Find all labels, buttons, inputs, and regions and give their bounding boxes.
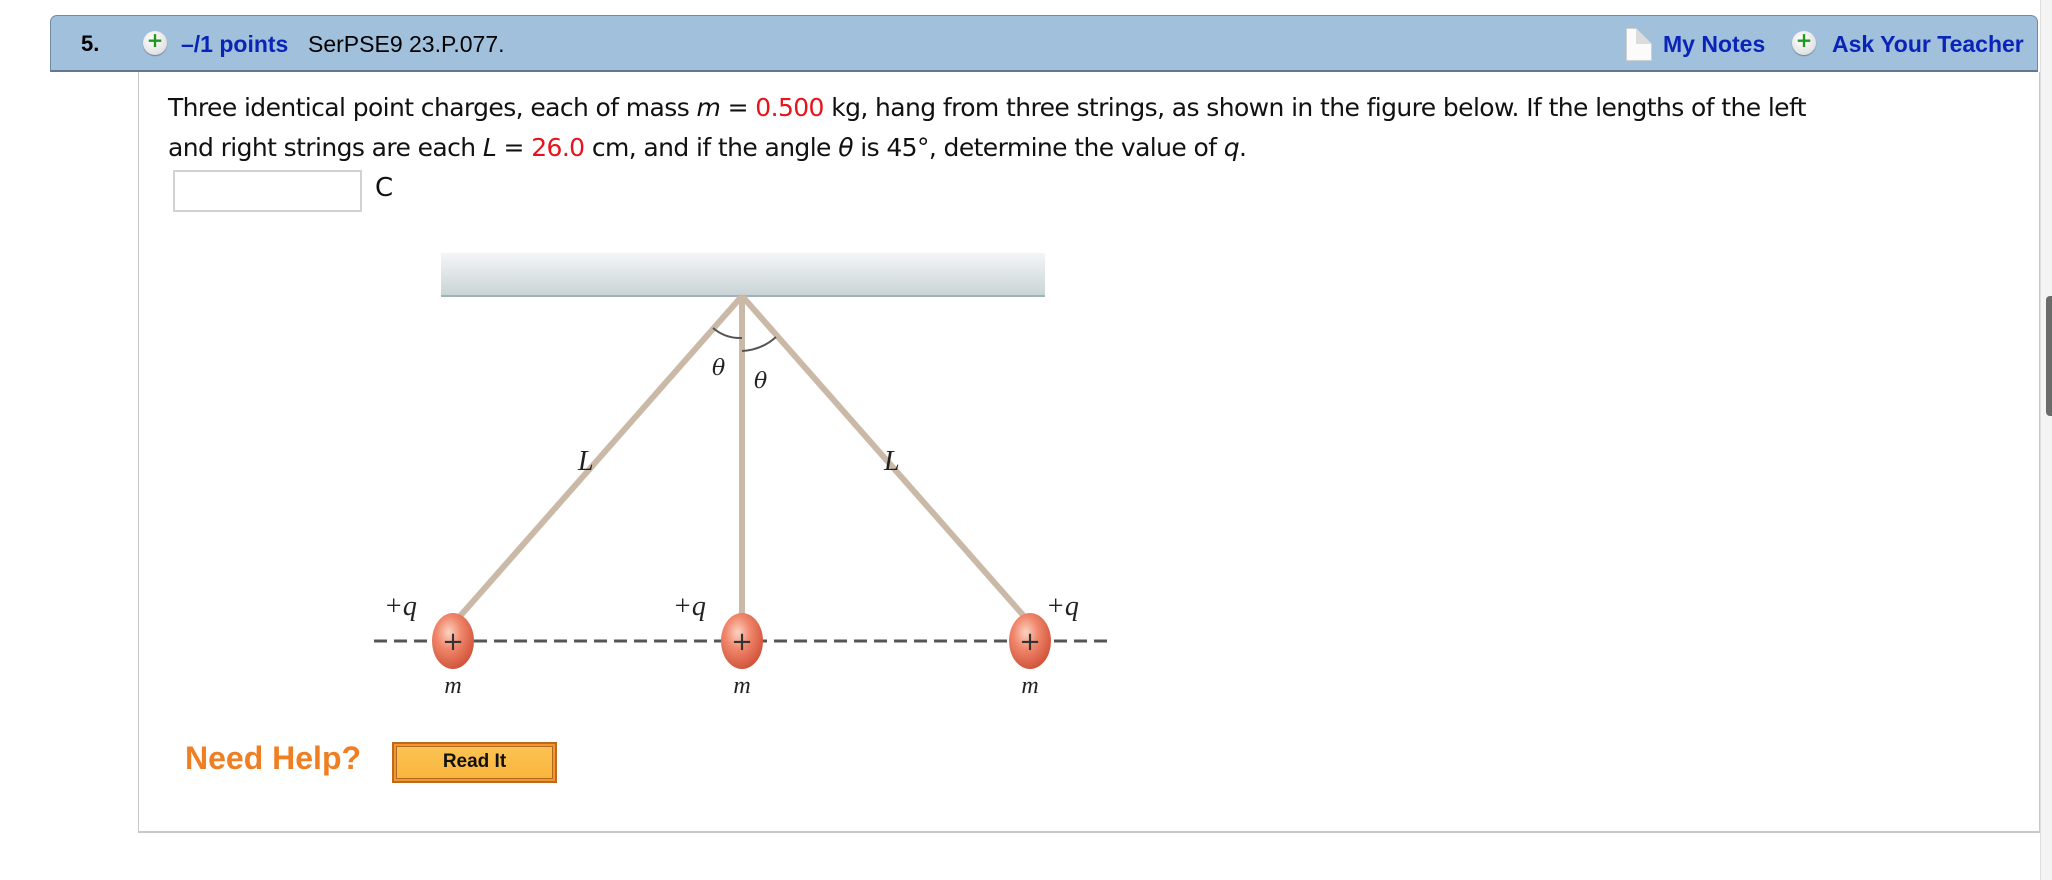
expand-plus-icon[interactable]: [143, 28, 167, 55]
question-header: 5. –/1 points SerPSE9 23.P.077. My Notes…: [50, 15, 2038, 72]
pendulum-figure: θ θ L L + +q m + +q m + +q m: [374, 253, 1110, 699]
answer-input[interactable]: [173, 170, 362, 212]
text-segment: =: [496, 133, 532, 162]
notes-page-icon[interactable]: [1626, 28, 1652, 61]
ceiling: [441, 253, 1045, 296]
text-segment: and right strings are each: [168, 133, 483, 162]
length-label-right: L: [883, 446, 900, 477]
plus-sign: +: [1019, 627, 1041, 657]
theta-label-right: θ: [754, 369, 767, 394]
theta-variable: θ: [838, 133, 853, 162]
text-segment: .: [1239, 133, 1247, 162]
text-segment: is 45°, determine the value of: [852, 133, 1224, 162]
question-number: 5.: [81, 31, 100, 56]
text-segment: kg, hang from three strings, as shown in…: [823, 93, 1806, 122]
charge-label: +q: [1046, 591, 1079, 622]
left-angle-arc: [712, 327, 743, 340]
read-it-label: Read It: [396, 746, 553, 779]
question-text: Three identical point charges, each of m…: [168, 88, 2028, 168]
charge-label: +q: [384, 591, 417, 622]
my-notes-link[interactable]: My Notes: [1663, 31, 1765, 58]
length-label-left: L: [577, 446, 594, 477]
plus-sign: +: [442, 627, 464, 657]
charge-label: +q: [673, 591, 706, 622]
text-segment: Three identical point charges, each of m…: [168, 93, 697, 122]
length-variable: L: [482, 133, 497, 162]
scrollbar-thumb[interactable]: [2046, 296, 2052, 416]
mass-label: m: [1021, 673, 1038, 699]
mass-variable: m: [696, 93, 721, 122]
mass-label: m: [444, 673, 461, 699]
left-string: [451, 294, 745, 625]
read-it-button[interactable]: Read It: [392, 742, 557, 783]
points-link[interactable]: –/1 points: [181, 31, 288, 58]
text-segment: =: [720, 93, 756, 122]
answer-unit: C: [375, 173, 394, 203]
mass-value: 0.500: [755, 93, 824, 122]
ask-teacher-plus-icon[interactable]: [1792, 28, 1816, 55]
question-line-2: and right strings are each L = 26.0 cm, …: [168, 128, 2028, 168]
right-angle-arc: [741, 336, 777, 352]
question-line-1: Three identical point charges, each of m…: [168, 88, 2028, 128]
charge-middle: + +q m: [673, 591, 763, 699]
length-value: 26.0: [531, 133, 585, 162]
text-segment: cm, and if the angle: [584, 133, 839, 162]
mass-label: m: [733, 673, 750, 699]
ask-your-teacher-link[interactable]: Ask Your Teacher: [1832, 31, 2024, 58]
charge-left: + +q m: [384, 591, 474, 699]
theta-label-left: θ: [712, 356, 725, 381]
scrollbar[interactable]: [2040, 0, 2052, 880]
plus-sign: +: [731, 627, 753, 657]
problem-code: SerPSE9 23.P.077.: [308, 31, 505, 57]
need-help-label: Need Help?: [185, 740, 362, 776]
charge-variable: q: [1223, 133, 1240, 162]
